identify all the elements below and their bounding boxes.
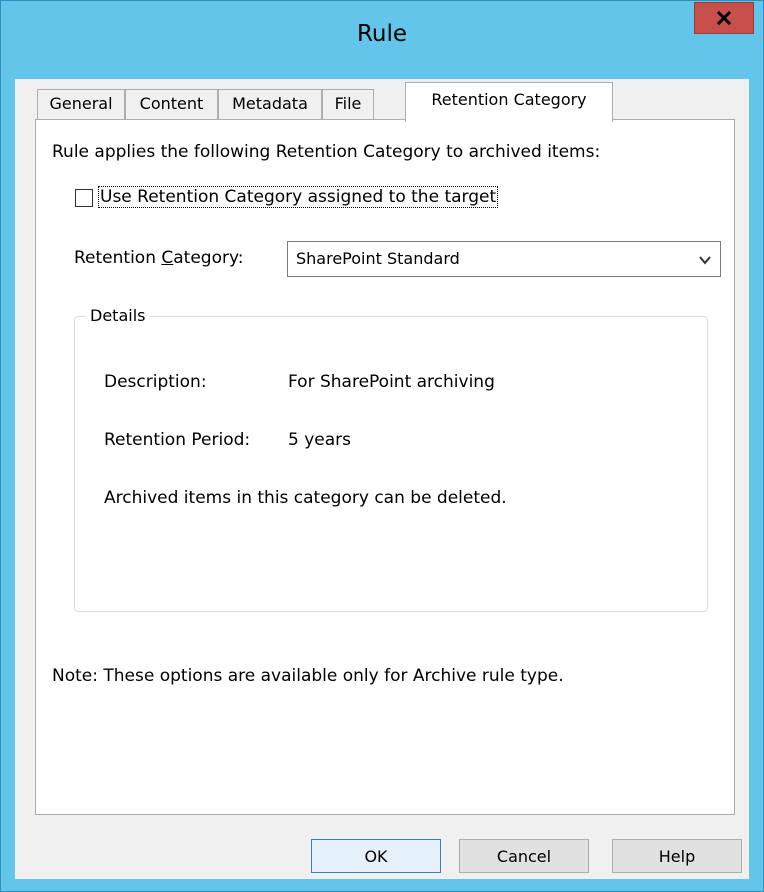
close-x-icon [716,10,732,26]
retention-category-selected: SharePoint Standard [296,249,460,268]
tab-label: Metadata [232,94,308,113]
close-button[interactable] [694,2,754,34]
window-title: Rule [356,21,408,47]
use-target-category-label[interactable]: Use Retention Category assigned to the t… [98,186,499,208]
deletion-note: Archived items in this category can be d… [104,488,507,508]
tab-retention-category[interactable]: Retention Category [405,82,613,122]
tab-label: Retention Category [431,90,587,109]
tab-metadata[interactable]: Metadata [218,89,322,119]
description-value: For SharePoint archiving [288,372,495,392]
tab-label: Content [139,94,204,113]
title-bar[interactable]: Rule [1,1,763,79]
retention-category-dropdown[interactable]: SharePoint Standard [287,241,721,277]
rule-dialog-window: Rule General Content Metadata File Reten… [0,0,764,892]
archive-rule-note: Note: These options are available only f… [52,666,564,686]
cancel-button[interactable]: Cancel [459,839,589,873]
tab-general[interactable]: General [37,89,125,119]
ok-button[interactable]: OK [311,839,441,873]
details-groupbox [74,316,708,612]
retention-period-label: Retention Period: [104,430,251,450]
retention-category-label: Retention Category: [74,248,244,268]
tab-label: General [49,94,113,113]
use-target-category-checkbox[interactable] [75,189,93,207]
help-button[interactable]: Help [612,839,742,873]
retention-category-panel: Rule applies the following Retention Cat… [35,119,735,815]
tab-content[interactable]: Content [125,89,218,119]
details-legend: Details [86,306,150,325]
dialog-client-area: General Content Metadata File Retention … [15,79,749,879]
chevron-down-icon [699,256,711,265]
tab-label: File [334,94,362,113]
retention-period-value: 5 years [288,430,352,450]
intro-text: Rule applies the following Retention Cat… [52,142,601,162]
description-label: Description: [104,372,207,392]
tab-file[interactable]: File [322,89,374,119]
